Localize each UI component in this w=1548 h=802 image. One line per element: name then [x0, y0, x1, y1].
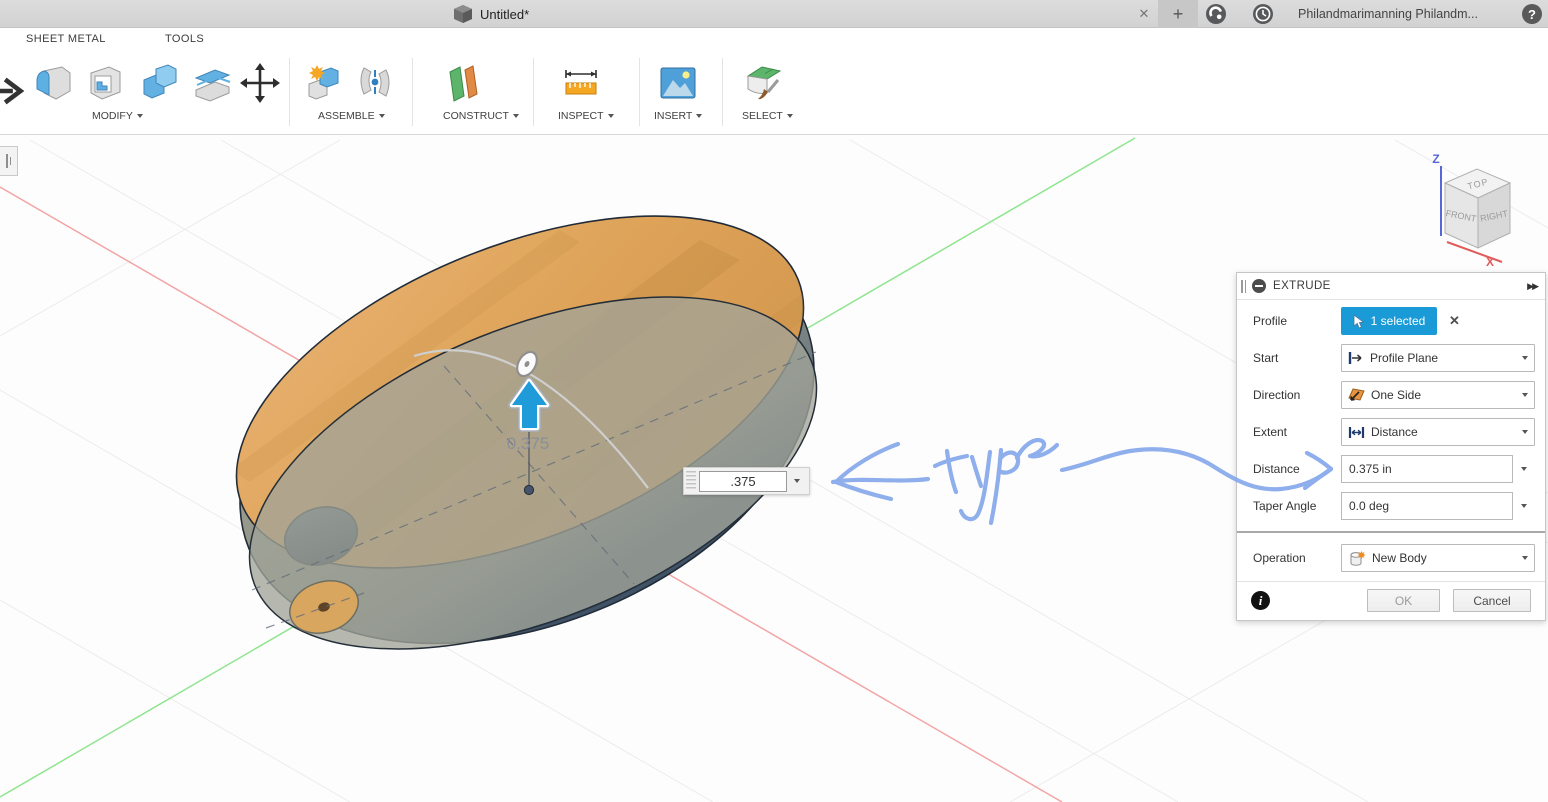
- dropdown-caret-icon: [1522, 356, 1528, 360]
- extensions-icon[interactable]: [1205, 3, 1227, 25]
- panel-collapse-handle[interactable]: [0, 146, 18, 176]
- dropdown-caret-icon[interactable]: [1521, 504, 1527, 508]
- one-side-icon: [1348, 388, 1365, 403]
- title-bar: Untitled* ✕ + Philandmarimanning Philand…: [0, 0, 1548, 28]
- dropdown-caret-icon[interactable]: [1521, 467, 1527, 471]
- dropdown-caret-icon: [1522, 393, 1528, 397]
- separator: [412, 58, 413, 126]
- construct-plane-icon[interactable]: [440, 60, 486, 106]
- measure-icon[interactable]: [558, 60, 604, 106]
- dropdown-caret-icon: [513, 114, 519, 118]
- divider: [1237, 531, 1545, 533]
- clock-icon[interactable]: [1252, 3, 1274, 25]
- direction-row: Direction One Side: [1237, 381, 1545, 411]
- operation-row: Operation New Body: [1237, 544, 1545, 574]
- dropdown-caret-icon[interactable]: [794, 479, 800, 483]
- select-brush-icon[interactable]: [740, 60, 786, 106]
- profile-plane-icon: [1348, 351, 1364, 365]
- sketch-center-point: [524, 485, 533, 494]
- dropdown-caret-icon: [1522, 556, 1528, 560]
- distance-field[interactable]: [1341, 455, 1513, 483]
- extent-row: Extent Distance: [1237, 418, 1545, 448]
- fusion360-window: Untitled* ✕ + Philandmarimanning Philand…: [0, 0, 1548, 802]
- new-component-icon[interactable]: [300, 60, 346, 106]
- cancel-button[interactable]: Cancel: [1453, 589, 1531, 612]
- group-label-inspect[interactable]: INSPECT: [558, 110, 614, 122]
- joint-icon[interactable]: [352, 60, 398, 106]
- start-row: Start Profile Plane: [1237, 344, 1545, 374]
- svg-text:Z: Z: [1432, 152, 1439, 166]
- group-label-assemble[interactable]: ASSEMBLE: [318, 110, 385, 122]
- clear-selection-button[interactable]: ✕: [1449, 313, 1460, 329]
- tab-close-button[interactable]: ✕: [1132, 0, 1156, 28]
- dropdown-caret-icon: [1522, 430, 1528, 434]
- fillet-icon[interactable]: [30, 60, 76, 106]
- user-name[interactable]: Philandmarimanning Philandm...: [1298, 0, 1478, 28]
- help-icon[interactable]: ?: [1522, 4, 1542, 24]
- tab-tools[interactable]: TOOLS: [165, 33, 204, 45]
- document-cube-icon: [452, 3, 474, 25]
- dialog-title: EXTRUDE: [1273, 280, 1331, 292]
- dimension-value: 0.375: [507, 434, 550, 453]
- move-icon[interactable]: [237, 60, 283, 106]
- separator: [289, 58, 290, 126]
- profile-row: Profile 1 selected ✕: [1237, 307, 1545, 337]
- ok-button[interactable]: OK: [1367, 589, 1440, 612]
- partial-icon[interactable]: [0, 68, 32, 114]
- new-body-icon: [1348, 550, 1366, 567]
- ribbon-toolbar: SHEET METAL TOOLS MODI: [0, 28, 1548, 135]
- dialog-header[interactable]: EXTRUDE ▶▶: [1237, 273, 1545, 300]
- distance-value-input[interactable]: [699, 471, 787, 492]
- separator: [639, 58, 640, 126]
- profile-selected-chip[interactable]: 1 selected: [1341, 307, 1437, 335]
- dock-arrows-icon[interactable]: ▶▶: [1527, 281, 1537, 292]
- svg-text:X: X: [1486, 255, 1494, 269]
- group-label-construct[interactable]: CONSTRUCT: [443, 110, 519, 122]
- new-tab-button[interactable]: +: [1158, 0, 1198, 28]
- collapse-circle-icon[interactable]: [1252, 279, 1266, 293]
- hollow-cube-icon[interactable]: [82, 60, 128, 106]
- dropdown-caret-icon: [696, 114, 702, 118]
- extrude-dialog: EXTRUDE ▶▶ Profile 1 selected ✕ Start Pr…: [1236, 272, 1546, 621]
- dropdown-caret-icon: [379, 114, 385, 118]
- group-label-insert[interactable]: INSERT: [654, 110, 702, 122]
- operation-dropdown[interactable]: New Body: [1341, 544, 1535, 572]
- group-label-modify[interactable]: MODIFY: [92, 110, 143, 122]
- offset-face-icon[interactable]: [189, 60, 235, 106]
- separator: [722, 58, 723, 126]
- insert-image-icon[interactable]: [655, 60, 701, 106]
- document-tab[interactable]: Untitled*: [452, 0, 529, 28]
- distance-row: Distance: [1237, 455, 1545, 485]
- info-icon[interactable]: i: [1251, 591, 1270, 610]
- drag-grip-icon[interactable]: [1241, 280, 1246, 293]
- extent-dropdown[interactable]: Distance: [1341, 418, 1535, 446]
- dropdown-caret-icon: [137, 114, 143, 118]
- drag-grip-icon[interactable]: [686, 471, 696, 491]
- document-title: Untitled*: [480, 7, 529, 22]
- start-dropdown[interactable]: Profile Plane: [1341, 344, 1535, 372]
- distance-extent-icon: [1348, 426, 1365, 439]
- tab-sheet-metal[interactable]: SHEET METAL: [26, 33, 106, 45]
- group-label-select[interactable]: SELECT: [742, 110, 793, 122]
- dropdown-caret-icon: [787, 114, 793, 118]
- dropdown-caret-icon: [608, 114, 614, 118]
- taper-angle-row: Taper Angle: [1237, 492, 1545, 522]
- view-cube[interactable]: TOP FRONT RIGHT Z X: [1432, 152, 1510, 269]
- separator: [533, 58, 534, 126]
- divider: [1237, 581, 1545, 582]
- direction-dropdown[interactable]: One Side: [1341, 381, 1535, 409]
- cursor-icon: [1353, 314, 1366, 329]
- floating-dimension-box[interactable]: [683, 467, 810, 495]
- combine-bodies-icon[interactable]: [136, 60, 182, 106]
- taper-angle-field[interactable]: [1341, 492, 1513, 520]
